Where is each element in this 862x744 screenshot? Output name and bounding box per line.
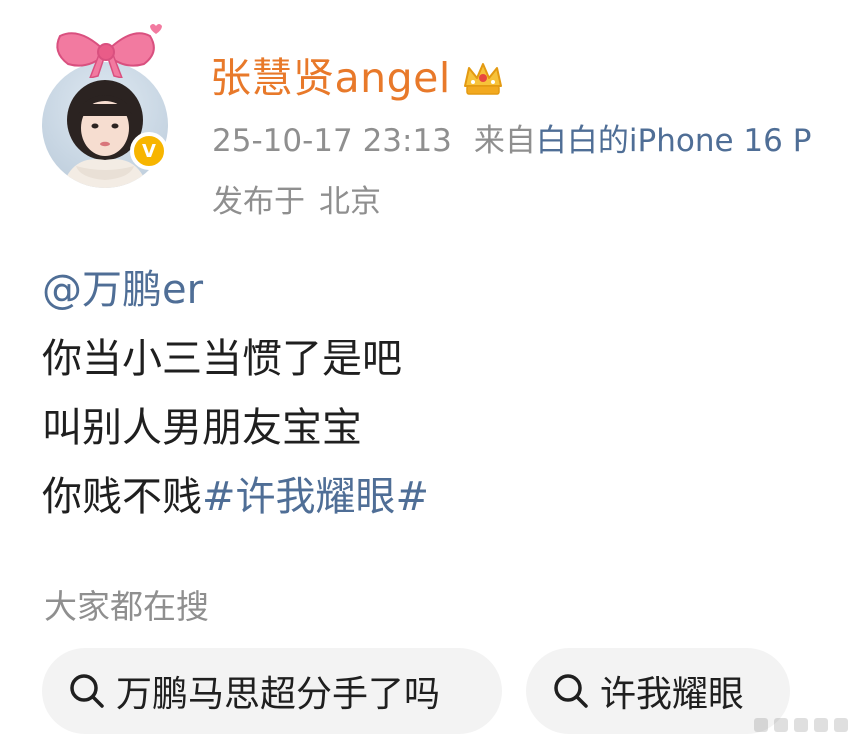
post-line-1: 你当小三当惯了是吧 xyxy=(42,336,402,382)
gold-crown-icon[interactable] xyxy=(461,56,505,100)
verified-badge-letter: V xyxy=(142,140,156,162)
source-device-link[interactable]: 白白的iPhone 16 P xyxy=(536,123,812,159)
location-prefix: 发布于 xyxy=(212,184,305,220)
hashtag-link[interactable]: #许我耀眼# xyxy=(202,474,429,520)
trending-search-chip[interactable]: 万鹏马思超分手了吗 xyxy=(42,648,502,734)
trending-search-title: 大家都在搜 xyxy=(44,587,209,626)
mention-link[interactable]: @万鹏er xyxy=(42,267,203,313)
location-value: 北京 xyxy=(319,184,381,220)
post-line-2: 叫别人男朋友宝宝 xyxy=(42,405,362,451)
post-datetime: 25-10-17 23:13 xyxy=(212,123,452,159)
source-prefix: 来自 xyxy=(473,123,536,159)
trending-search-chip[interactable]: 许我耀眼 xyxy=(526,648,790,734)
author-name[interactable]: 张慧贤angel xyxy=(210,57,451,99)
trending-search-chip-label: 许我耀眼 xyxy=(600,674,745,715)
username-row: 张慧贤angel xyxy=(210,56,505,100)
search-icon xyxy=(70,674,104,708)
watermark-icon xyxy=(754,718,848,732)
post-meta: 25-10-17 23:13 来自白白的iPhone 16 P xyxy=(212,124,811,158)
post-content: @万鹏er 你当小三当惯了是吧 叫别人男朋友宝宝 你贱不贱#许我耀眼# xyxy=(42,256,429,532)
trending-search-chip-label: 万鹏马思超分手了吗 xyxy=(116,674,441,715)
post-location: 发布于 北京 xyxy=(212,176,381,221)
verified-badge: V xyxy=(130,132,168,170)
post-line-3-text: 你贱不贱 xyxy=(42,474,202,520)
author-avatar[interactable]: V xyxy=(40,22,172,188)
pink-bow-icon xyxy=(56,24,162,78)
search-icon xyxy=(554,674,588,708)
